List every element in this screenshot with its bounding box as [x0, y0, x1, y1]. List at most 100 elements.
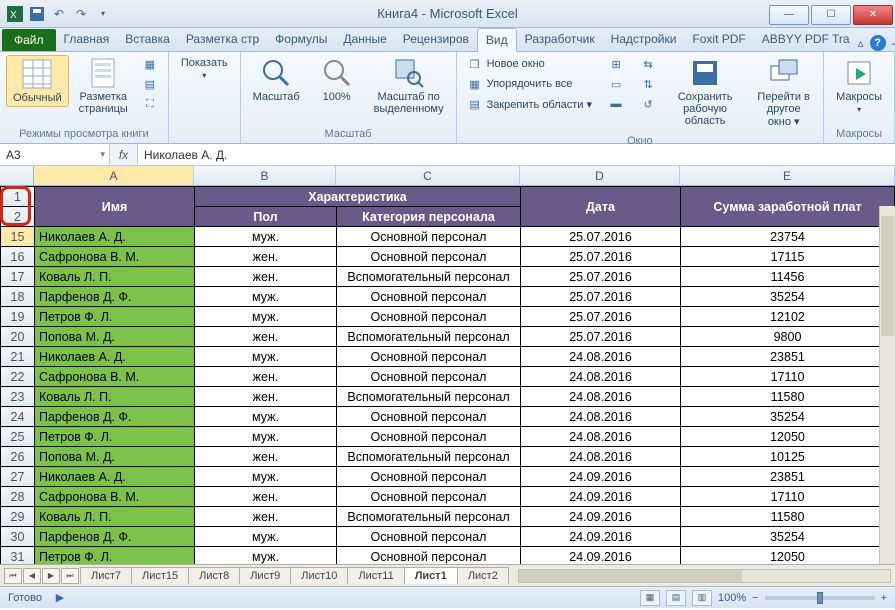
row-header[interactable]: 15: [1, 227, 35, 247]
cell-gender[interactable]: муж.: [195, 287, 337, 307]
cell-salary[interactable]: 12050: [681, 547, 895, 565]
cell-name[interactable]: Николаев А. Д.: [35, 347, 195, 367]
cell-gender[interactable]: жен.: [195, 447, 337, 467]
row-header[interactable]: 19: [1, 307, 35, 327]
cell-name[interactable]: Петров Ф. Л.: [35, 547, 195, 565]
cell-salary[interactable]: 17110: [681, 367, 895, 387]
cell-gender[interactable]: муж.: [195, 407, 337, 427]
cell-category[interactable]: Вспомогательный персонал: [337, 447, 521, 467]
cell-date[interactable]: 25.07.2016: [521, 307, 681, 327]
cell-salary[interactable]: 23851: [681, 467, 895, 487]
cell-category[interactable]: Вспомогательный персонал: [337, 507, 521, 527]
header-characteristic[interactable]: Характеристика: [195, 187, 521, 207]
row-header[interactable]: 23: [1, 387, 35, 407]
view-normal-statusbtn[interactable]: ▦: [640, 590, 660, 606]
cell-date[interactable]: 24.09.2016: [521, 547, 681, 565]
ribbon-tab[interactable]: Рецензиров: [395, 28, 477, 51]
cell-gender[interactable]: муж.: [195, 467, 337, 487]
normal-view-button[interactable]: Обычный: [6, 55, 69, 107]
cell-name[interactable]: Попова М. Д.: [35, 447, 195, 467]
zoom-slider[interactable]: [765, 596, 875, 600]
cell-salary[interactable]: 23851: [681, 347, 895, 367]
cell-gender[interactable]: муж.: [195, 427, 337, 447]
row-header[interactable]: 30: [1, 527, 35, 547]
header-category[interactable]: Категория персонала: [337, 207, 521, 227]
sheet-tab[interactable]: Лист10: [290, 567, 348, 584]
cell-name[interactable]: Николаев А. Д.: [35, 227, 195, 247]
sheet-tab[interactable]: Лист11: [347, 567, 404, 584]
cell-salary[interactable]: 12050: [681, 427, 895, 447]
cell-salary[interactable]: 11580: [681, 507, 895, 527]
sheet-tab[interactable]: Лист2: [457, 567, 509, 584]
minimize-button[interactable]: —: [769, 5, 809, 25]
cell-category[interactable]: Основной персонал: [337, 247, 521, 267]
cell-name[interactable]: Коваль Л. П.: [35, 267, 195, 287]
zoom-button[interactable]: Масштаб: [247, 55, 306, 105]
cell-gender[interactable]: жен.: [195, 367, 337, 387]
freeze-panes-button[interactable]: ▤Закрепить области ▾: [463, 95, 596, 113]
cell-gender[interactable]: муж.: [195, 307, 337, 327]
zoom-thumb[interactable]: [817, 592, 823, 604]
cell-salary[interactable]: 10125: [681, 447, 895, 467]
cell-salary[interactable]: 11456: [681, 267, 895, 287]
zoom-to-selection-button[interactable]: Масштаб по выделенному: [368, 55, 450, 117]
formula-input[interactable]: Николаев А. Д.: [138, 144, 895, 165]
cell-date[interactable]: 24.09.2016: [521, 507, 681, 527]
ribbon-minimize-icon[interactable]: ▵: [858, 36, 864, 50]
cell-salary[interactable]: 23754: [681, 227, 895, 247]
cell-date[interactable]: 24.08.2016: [521, 387, 681, 407]
cell-date[interactable]: 24.08.2016: [521, 427, 681, 447]
cell-gender[interactable]: жен.: [195, 327, 337, 347]
header-gender[interactable]: Пол: [195, 207, 337, 227]
cell-salary[interactable]: 35254: [681, 287, 895, 307]
header-salary[interactable]: Сумма заработной плат: [681, 187, 895, 227]
col-header-A[interactable]: A: [34, 166, 194, 185]
col-header-C[interactable]: C: [336, 166, 520, 185]
sync-scroll-button[interactable]: ⇆: [636, 55, 660, 73]
sheet-tab[interactable]: Лист9: [239, 567, 291, 584]
sheet-tab[interactable]: Лист7: [80, 567, 132, 584]
new-window-button[interactable]: ❐Новое окно: [463, 55, 596, 73]
cell-category[interactable]: Основной персонал: [337, 307, 521, 327]
cell-name[interactable]: Парфенов Д. Ф.: [35, 527, 195, 547]
arrange-all-button[interactable]: ▦Упорядочить все: [463, 75, 596, 93]
ribbon-tab[interactable]: Вид: [477, 28, 517, 52]
undo-icon[interactable]: ↶: [50, 5, 68, 23]
row-header[interactable]: 24: [1, 407, 35, 427]
grid-body[interactable]: 1 Имя Характеристика Дата Сумма заработн…: [0, 186, 895, 564]
hide-button[interactable]: ▭: [604, 75, 628, 93]
custom-views-button[interactable]: ▤: [138, 75, 162, 93]
ribbon-tab[interactable]: Вставка: [117, 28, 178, 51]
compare-button[interactable]: ⇅: [636, 75, 660, 93]
tab-nav-last[interactable]: ⏭: [61, 568, 79, 584]
cell-category[interactable]: Основной персонал: [337, 287, 521, 307]
cell-category[interactable]: Основной персонал: [337, 227, 521, 247]
zoom-percent[interactable]: 100%: [718, 592, 746, 604]
fx-button[interactable]: fx: [110, 144, 138, 165]
cell-category[interactable]: Основной персонал: [337, 427, 521, 447]
cell-category[interactable]: Основной персонал: [337, 487, 521, 507]
cell-category[interactable]: Основной персонал: [337, 347, 521, 367]
ribbon-tab[interactable]: Формулы: [267, 28, 335, 51]
cell-gender[interactable]: жен.: [195, 247, 337, 267]
cell-gender[interactable]: муж.: [195, 547, 337, 565]
cell-salary[interactable]: 11580: [681, 387, 895, 407]
cell-date[interactable]: 24.08.2016: [521, 407, 681, 427]
cell-salary[interactable]: 17115: [681, 247, 895, 267]
cell-name[interactable]: Попова М. Д.: [35, 327, 195, 347]
cell-date[interactable]: 24.09.2016: [521, 487, 681, 507]
header-name[interactable]: Имя: [35, 187, 195, 227]
row-header[interactable]: 2: [1, 207, 35, 227]
col-header-B[interactable]: B: [194, 166, 336, 185]
cell-date[interactable]: 25.07.2016: [521, 227, 681, 247]
cell-name[interactable]: Парфенов Д. Ф.: [35, 287, 195, 307]
cell-category[interactable]: Вспомогательный персонал: [337, 267, 521, 287]
row-header[interactable]: 18: [1, 287, 35, 307]
row-header[interactable]: 27: [1, 467, 35, 487]
sheet-tab[interactable]: Лист1: [404, 567, 458, 584]
cell-gender[interactable]: муж.: [195, 227, 337, 247]
page-break-preview-button[interactable]: ▦: [138, 55, 162, 73]
cell-gender[interactable]: муж.: [195, 527, 337, 547]
cell-date[interactable]: 25.07.2016: [521, 267, 681, 287]
cell-category[interactable]: Основной персонал: [337, 407, 521, 427]
